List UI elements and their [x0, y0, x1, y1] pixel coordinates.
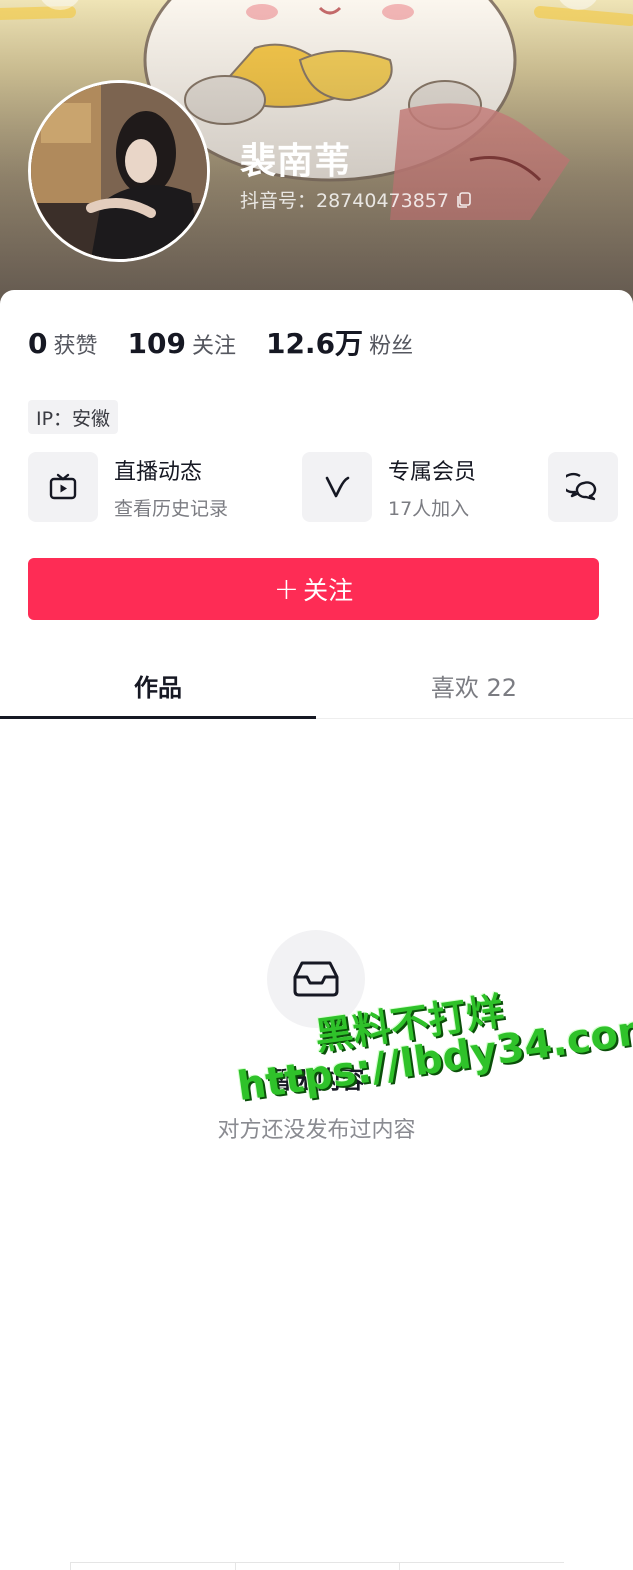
live-history-title: 直播动态	[114, 459, 203, 485]
ip-location-tag: IP：安徽	[28, 400, 119, 434]
profile-id: 抖音号：28740473857	[240, 190, 449, 212]
tv-icon	[49, 473, 77, 500]
bottom-grid-strip	[70, 1562, 565, 1570]
avatar[interactable]	[28, 80, 210, 262]
stat-value: 109	[127, 327, 186, 360]
follow-button-label: 关注	[303, 576, 354, 605]
tab-likes[interactable]: 喜欢 22	[316, 652, 632, 718]
stat-value: 0	[28, 327, 48, 360]
copy-icon[interactable]	[455, 191, 473, 209]
membership-title: 专属会员	[388, 459, 477, 485]
stat-likes[interactable]: 0 获赞	[28, 327, 98, 360]
profile-banner: 裴南苇 抖音号：28740473857	[0, 0, 633, 320]
avatar-photo	[31, 83, 207, 259]
membership-entry[interactable]: 专属会员 17人加入	[302, 452, 476, 522]
tab-works[interactable]: 作品	[0, 652, 316, 718]
tv-icon-wrap	[28, 452, 98, 522]
follow-button[interactable]: + 关注	[28, 558, 599, 620]
profile-name: 裴南苇	[240, 141, 352, 182]
content-tabs: 作品 喜欢 22	[0, 652, 633, 719]
group-chat-entry[interactable]	[548, 452, 618, 522]
empty-state-title: 暂无内容	[268, 1066, 365, 1094]
plus-icon: +	[273, 571, 300, 607]
stat-label: 获赞	[53, 334, 98, 359]
v-icon-wrap	[302, 452, 372, 522]
live-history-text: 直播动态 查看历史记录	[114, 454, 228, 521]
chat-bubbles-icon	[566, 472, 597, 501]
stat-value: 12.6万	[265, 327, 364, 360]
stat-followers[interactable]: 12.6万 粉丝	[266, 322, 413, 362]
stat-label: 粉丝	[369, 334, 414, 359]
active-tab-indicator	[0, 716, 316, 719]
empty-state-subtitle: 对方还没发布过内容	[217, 1118, 416, 1143]
membership-text: 专属会员 17人加入	[388, 454, 476, 521]
live-history-subtitle: 查看历史记录	[114, 497, 229, 520]
profile-card: 0 获赞 109 关注 12.6万 粉丝 IP：安徽 直播动态 查看历史记录 专…	[0, 290, 633, 1570]
membership-subtitle: 17人加入	[388, 497, 470, 520]
v-icon	[325, 476, 350, 498]
stat-following[interactable]: 109 关注	[128, 327, 236, 360]
live-history-entry[interactable]: 直播动态 查看历史记录	[28, 452, 228, 522]
inbox-tray-icon	[293, 961, 339, 997]
chat-bubbles-icon-wrap	[548, 452, 618, 522]
stat-label: 关注	[191, 334, 236, 359]
empty-state-icon-wrap	[267, 930, 365, 1028]
profile-id-row: 抖音号：28740473857	[240, 186, 473, 213]
stats-row: 0 获赞 109 关注 12.6万 粉丝	[28, 322, 443, 362]
